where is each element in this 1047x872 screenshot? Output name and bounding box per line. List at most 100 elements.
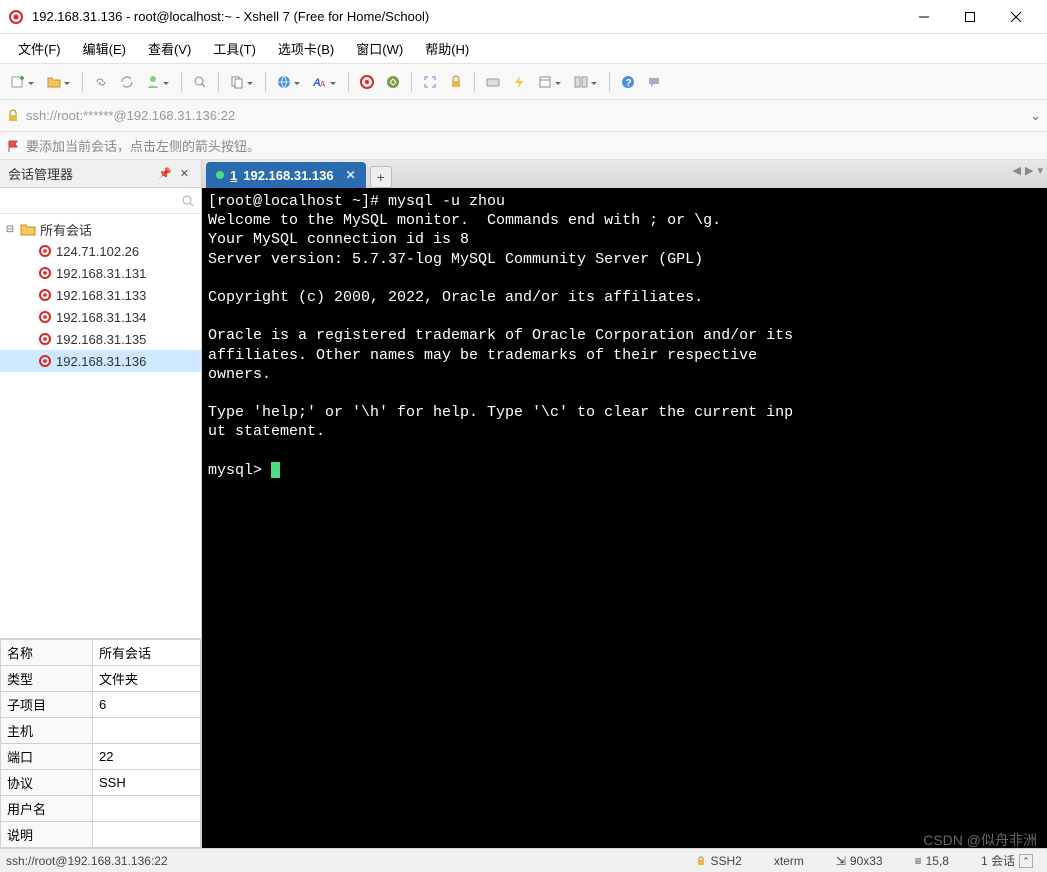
prop-value: 文件夹 — [93, 666, 201, 692]
sidebar: 会话管理器 📌 ✕ ⊟ 所有会话 124.71.102.26192.168.31… — [0, 160, 202, 848]
menu-edit[interactable]: 编辑(E) — [73, 35, 136, 62]
session-item[interactable]: 192.168.31.135 — [0, 328, 201, 350]
tab-menu-icon[interactable]: ▾ — [1037, 164, 1043, 177]
tab-add-button[interactable]: + — [370, 166, 392, 188]
tool-globe-icon[interactable] — [272, 70, 296, 94]
prop-row: 用户名 — [1, 796, 201, 822]
tab-close-icon[interactable]: ✕ — [346, 168, 356, 182]
tool-profile-icon[interactable] — [141, 70, 165, 94]
minimize-button[interactable] — [901, 2, 947, 32]
prop-row: 协议SSH — [1, 770, 201, 796]
session-item[interactable]: 192.168.31.133 — [0, 284, 201, 306]
statusbar: ssh://root@192.168.31.136:22 SSH2 xterm … — [0, 848, 1047, 872]
prop-row: 说明 — [1, 822, 201, 848]
session-item[interactable]: 192.168.31.134 — [0, 306, 201, 328]
terminal-prompt: [root@localhost ~]# — [208, 193, 388, 210]
tab-number: 1 — [230, 168, 237, 183]
separator — [82, 72, 83, 92]
close-button[interactable] — [993, 2, 1039, 32]
menubar: 文件(F) 编辑(E) 查看(V) 工具(T) 选项卡(B) 窗口(W) 帮助(… — [0, 34, 1047, 64]
tree-root[interactable]: ⊟ 所有会话 — [0, 218, 201, 240]
tool-bolt-icon[interactable] — [507, 70, 531, 94]
sidebar-title: 会话管理器 — [8, 164, 154, 183]
session-icon — [38, 354, 52, 368]
addressbar: ssh://root:******@192.168.31.136:22 ⌄ — [0, 100, 1047, 132]
tool-keyboard-icon[interactable] — [481, 70, 505, 94]
tool-xshell-icon[interactable] — [355, 70, 379, 94]
session-item[interactable]: 192.168.31.136 — [0, 350, 201, 372]
tool-fullscreen-icon[interactable] — [418, 70, 442, 94]
open-button[interactable] — [42, 70, 66, 94]
separator — [265, 72, 266, 92]
prop-value — [93, 718, 201, 744]
sidebar-close-icon[interactable]: ✕ — [176, 167, 193, 180]
app-icon — [8, 9, 24, 25]
cursor-icon — [271, 462, 280, 478]
separator — [348, 72, 349, 92]
svg-text:?: ? — [626, 78, 632, 89]
tool-help-icon[interactable]: ? — [616, 70, 640, 94]
maximize-button[interactable] — [947, 2, 993, 32]
prop-label: 说明 — [1, 822, 93, 848]
prop-value — [93, 822, 201, 848]
session-icon — [38, 332, 52, 346]
prop-label: 端口 — [1, 744, 93, 770]
tool-chat-icon[interactable] — [642, 70, 666, 94]
tool-font-icon[interactable]: AA — [308, 70, 332, 94]
tool-link-icon[interactable] — [89, 70, 113, 94]
status-dot-icon — [216, 171, 224, 179]
terminal-prompt: mysql> — [208, 462, 271, 479]
prop-label: 用户名 — [1, 796, 93, 822]
prop-row: 子项目6 — [1, 692, 201, 718]
status-pos: ≡ 15,8 — [907, 854, 957, 868]
collapse-icon[interactable]: ⊟ — [4, 224, 16, 235]
terminal-output: Welcome to the MySQL monitor. Commands e… — [208, 212, 793, 440]
prop-row: 端口22 — [1, 744, 201, 770]
tool-layout-icon[interactable] — [569, 70, 593, 94]
session-item[interactable]: 192.168.31.131 — [0, 262, 201, 284]
status-sessions: 1 会话 ⌃ — [973, 852, 1041, 869]
tool-reconnect-icon[interactable] — [115, 70, 139, 94]
svg-text:A: A — [320, 80, 326, 89]
tab-next-icon[interactable]: ▶ — [1025, 164, 1033, 177]
hintbar: 要添加当前会话，点击左侧的箭头按钮。 — [0, 132, 1047, 160]
toolbar: AA ? — [0, 64, 1047, 100]
session-item[interactable]: 124.71.102.26 — [0, 240, 201, 262]
tool-lock-icon[interactable] — [444, 70, 468, 94]
terminal[interactable]: [root@localhost ~]# mysql -u zhou Welcom… — [202, 188, 1047, 848]
session-icon — [38, 244, 52, 258]
menu-tools[interactable]: 工具(T) — [203, 35, 266, 62]
tree-root-label: 所有会话 — [40, 220, 92, 239]
prop-label: 名称 — [1, 640, 93, 666]
chevron-icon[interactable]: ⌃ — [1019, 854, 1033, 868]
prop-row: 类型文件夹 — [1, 666, 201, 692]
menu-tab[interactable]: 选项卡(B) — [268, 35, 344, 62]
prop-label: 协议 — [1, 770, 93, 796]
session-icon — [38, 288, 52, 302]
prop-label: 主机 — [1, 718, 93, 744]
tool-xftp-icon[interactable] — [381, 70, 405, 94]
sidebar-search[interactable] — [0, 188, 201, 214]
menu-help[interactable]: 帮助(H) — [415, 35, 479, 62]
address-dropdown-icon[interactable]: ⌄ — [1030, 108, 1041, 124]
session-icon — [38, 310, 52, 324]
flag-icon — [6, 139, 20, 153]
menu-window[interactable]: 窗口(W) — [346, 35, 413, 62]
tab-active[interactable]: 1 192.168.31.136 ✕ — [206, 162, 366, 188]
status-ssh: SSH2 — [688, 854, 749, 868]
tool-search-icon[interactable] — [188, 70, 212, 94]
new-session-button[interactable] — [6, 70, 30, 94]
prop-label: 子项目 — [1, 692, 93, 718]
menu-view[interactable]: 查看(V) — [138, 35, 201, 62]
tab-prev-icon[interactable]: ◀ — [1013, 164, 1021, 177]
menu-file[interactable]: 文件(F) — [8, 35, 71, 62]
status-size: ⇲ 90x33 — [828, 854, 891, 868]
prop-label: 类型 — [1, 666, 93, 692]
pin-icon[interactable]: 📌 — [154, 167, 176, 180]
prop-value: SSH — [93, 770, 201, 796]
tool-copy-icon[interactable] — [225, 70, 249, 94]
tool-window-icon[interactable] — [533, 70, 557, 94]
prop-value: 所有会话 — [93, 640, 201, 666]
address-text[interactable]: ssh://root:******@192.168.31.136:22 — [26, 108, 1030, 123]
lock-icon — [6, 109, 20, 123]
